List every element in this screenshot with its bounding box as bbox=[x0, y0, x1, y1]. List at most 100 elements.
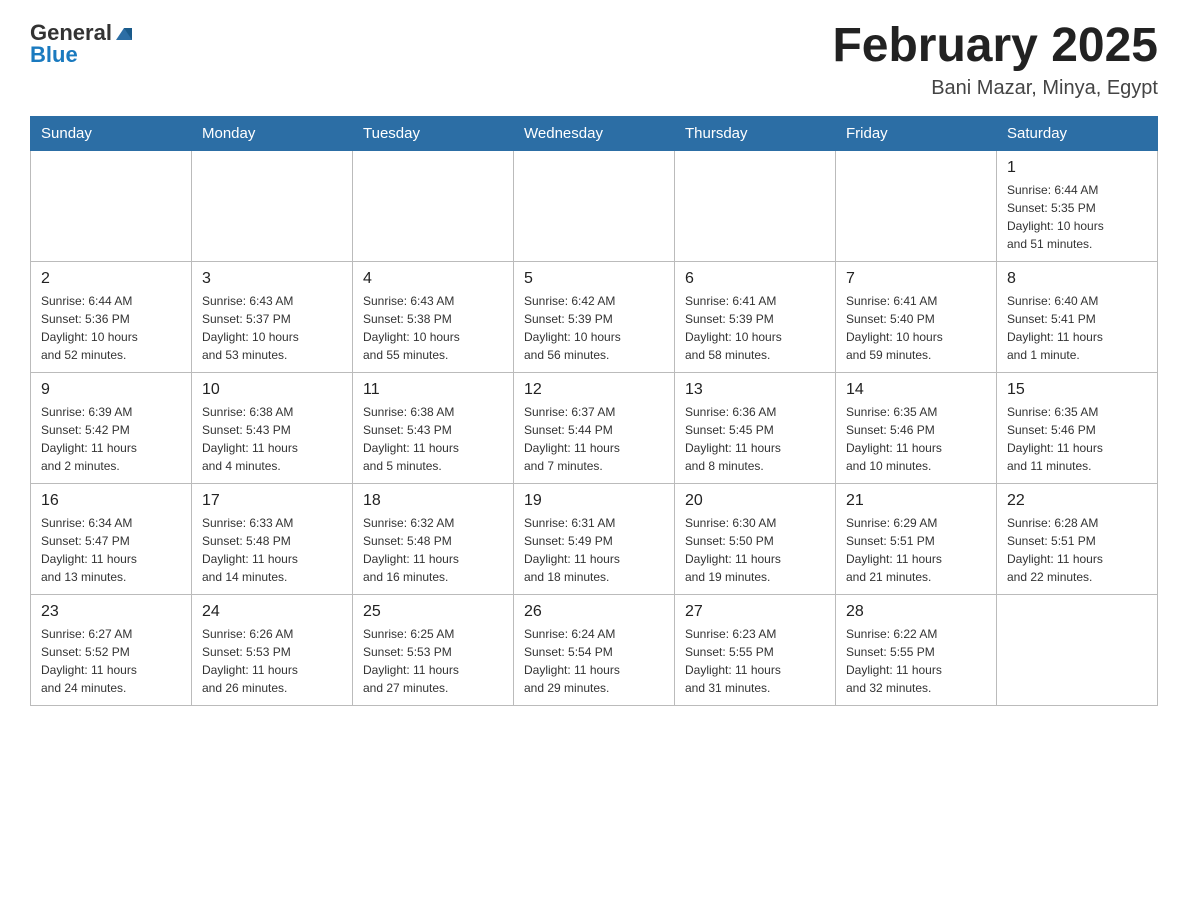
table-row: 28 Sunrise: 6:22 AM Sunset: 5:55 PM Dayli… bbox=[836, 594, 997, 705]
title-block: February 2025 Bani Mazar, Minya, Egypt bbox=[832, 20, 1158, 100]
day-info: Sunrise: 6:34 AM Sunset: 5:47 PM Dayligh… bbox=[41, 514, 181, 586]
day-info: Sunrise: 6:38 AM Sunset: 5:43 PM Dayligh… bbox=[363, 403, 503, 475]
day-number: 7 bbox=[846, 270, 986, 288]
table-row: 19Sunrise: 6:31 AM Sunset: 5:49 PM Dayli… bbox=[514, 483, 675, 594]
day-info: Sunrise: 6:38 AM Sunset: 5:43 PM Dayligh… bbox=[202, 403, 342, 475]
table-row: 8 Sunrise: 6:40 AM Sunset: 5:41 PM Daylig… bbox=[997, 261, 1158, 372]
day-info: Sunrise: 6:23 AM Sunset: 5:55 PM Dayligh… bbox=[685, 625, 825, 697]
day-number: 8 bbox=[1007, 270, 1147, 288]
table-row: 5 Sunrise: 6:42 AM Sunset: 5:39 PM Daylig… bbox=[514, 261, 675, 372]
day-number: 23 bbox=[41, 603, 181, 621]
calendar-week-row: 1 Sunrise: 6:44 AM Sunset: 5:35 PM Daylig… bbox=[31, 150, 1158, 261]
table-row: 16 Sunrise: 6:34 AM Sunset: 5:47 PM Dayli… bbox=[31, 483, 192, 594]
day-info: Sunrise: 6:24 AM Sunset: 5:54 PM Dayligh… bbox=[524, 625, 664, 697]
day-number: 28 bbox=[846, 603, 986, 621]
table-row: 14 Sunrise: 6:35 AM Sunset: 5:46 PM Dayli… bbox=[836, 372, 997, 483]
day-info: Sunrise: 6:43 AM Sunset: 5:37 PM Dayligh… bbox=[202, 292, 342, 364]
day-number: 19 bbox=[524, 492, 664, 510]
day-info: Sunrise: 6:43 AM Sunset: 5:38 PM Dayligh… bbox=[363, 292, 503, 364]
day-info: Sunrise: 6:29 AM Sunset: 5:51 PM Dayligh… bbox=[846, 514, 986, 586]
day-info: Sunrise: 6:28 AM Sunset: 5:51 PM Dayligh… bbox=[1007, 514, 1147, 586]
header-monday: Monday bbox=[192, 116, 353, 150]
day-info: Sunrise: 6:33 AM Sunset: 5:48 PM Dayligh… bbox=[202, 514, 342, 586]
table-row: 9 Sunrise: 6:39 AM Sunset: 5:42 PM Daylig… bbox=[31, 372, 192, 483]
table-row: 18 Sunrise: 6:32 AM Sunset: 5:48 PM Dayli… bbox=[353, 483, 514, 594]
month-title: February 2025 bbox=[832, 20, 1158, 73]
day-number: 17 bbox=[202, 492, 342, 510]
day-number: 20 bbox=[685, 492, 825, 510]
header-saturday: Saturday bbox=[997, 116, 1158, 150]
day-number: 13 bbox=[685, 381, 825, 399]
calendar-week-row: 2 Sunrise: 6:44 AM Sunset: 5:36 PM Daylig… bbox=[31, 261, 1158, 372]
day-number: 14 bbox=[846, 381, 986, 399]
day-number: 12 bbox=[524, 381, 664, 399]
day-number: 1 bbox=[1007, 159, 1147, 177]
table-row bbox=[675, 150, 836, 261]
table-row: 15 Sunrise: 6:35 AM Sunset: 5:46 PM Dayli… bbox=[997, 372, 1158, 483]
day-info: Sunrise: 6:30 AM Sunset: 5:50 PM Dayligh… bbox=[685, 514, 825, 586]
table-row: 7 Sunrise: 6:41 AM Sunset: 5:40 PM Daylig… bbox=[836, 261, 997, 372]
day-info: Sunrise: 6:26 AM Sunset: 5:53 PM Dayligh… bbox=[202, 625, 342, 697]
day-info: Sunrise: 6:42 AM Sunset: 5:39 PM Dayligh… bbox=[524, 292, 664, 364]
day-number: 3 bbox=[202, 270, 342, 288]
day-info: Sunrise: 6:35 AM Sunset: 5:46 PM Dayligh… bbox=[846, 403, 986, 475]
day-number: 4 bbox=[363, 270, 503, 288]
day-number: 21 bbox=[846, 492, 986, 510]
table-row: 11 Sunrise: 6:38 AM Sunset: 5:43 PM Dayli… bbox=[353, 372, 514, 483]
day-info: Sunrise: 6:27 AM Sunset: 5:52 PM Dayligh… bbox=[41, 625, 181, 697]
table-row: 12 Sunrise: 6:37 AM Sunset: 5:44 PM Dayli… bbox=[514, 372, 675, 483]
table-row: 24 Sunrise: 6:26 AM Sunset: 5:53 PM Dayli… bbox=[192, 594, 353, 705]
day-info: Sunrise: 6:41 AM Sunset: 5:39 PM Dayligh… bbox=[685, 292, 825, 364]
table-row: 10 Sunrise: 6:38 AM Sunset: 5:43 PM Dayli… bbox=[192, 372, 353, 483]
table-row: 3 Sunrise: 6:43 AM Sunset: 5:37 PM Daylig… bbox=[192, 261, 353, 372]
calendar-week-row: 9 Sunrise: 6:39 AM Sunset: 5:42 PM Daylig… bbox=[31, 372, 1158, 483]
table-row: 22 Sunrise: 6:28 AM Sunset: 5:51 PM Dayli… bbox=[997, 483, 1158, 594]
day-number: 16 bbox=[41, 492, 181, 510]
header-thursday: Thursday bbox=[675, 116, 836, 150]
calendar-table: Sunday Monday Tuesday Wednesday Thursday… bbox=[30, 116, 1158, 706]
day-number: 6 bbox=[685, 270, 825, 288]
day-info: Sunrise: 6:44 AM Sunset: 5:36 PM Dayligh… bbox=[41, 292, 181, 364]
table-row: 6 Sunrise: 6:41 AM Sunset: 5:39 PM Daylig… bbox=[675, 261, 836, 372]
logo-icon bbox=[114, 22, 136, 44]
header-wednesday: Wednesday bbox=[514, 116, 675, 150]
day-number: 9 bbox=[41, 381, 181, 399]
table-row bbox=[353, 150, 514, 261]
day-info: Sunrise: 6:35 AM Sunset: 5:46 PM Dayligh… bbox=[1007, 403, 1147, 475]
calendar-header-row: Sunday Monday Tuesday Wednesday Thursday… bbox=[31, 116, 1158, 150]
day-info: Sunrise: 6:36 AM Sunset: 5:45 PM Dayligh… bbox=[685, 403, 825, 475]
table-row: 27 Sunrise: 6:23 AM Sunset: 5:55 PM Dayli… bbox=[675, 594, 836, 705]
day-info: Sunrise: 6:41 AM Sunset: 5:40 PM Dayligh… bbox=[846, 292, 986, 364]
table-row: 4 Sunrise: 6:43 AM Sunset: 5:38 PM Daylig… bbox=[353, 261, 514, 372]
calendar-week-row: 23 Sunrise: 6:27 AM Sunset: 5:52 PM Dayli… bbox=[31, 594, 1158, 705]
day-info: Sunrise: 6:40 AM Sunset: 5:41 PM Dayligh… bbox=[1007, 292, 1147, 364]
day-info: Sunrise: 6:44 AM Sunset: 5:35 PM Dayligh… bbox=[1007, 181, 1147, 253]
day-info: Sunrise: 6:39 AM Sunset: 5:42 PM Dayligh… bbox=[41, 403, 181, 475]
page-header: General Blue February 2025 Bani Mazar, M… bbox=[30, 20, 1158, 100]
day-number: 18 bbox=[363, 492, 503, 510]
day-number: 22 bbox=[1007, 492, 1147, 510]
day-info: Sunrise: 6:22 AM Sunset: 5:55 PM Dayligh… bbox=[846, 625, 986, 697]
day-number: 15 bbox=[1007, 381, 1147, 399]
day-number: 2 bbox=[41, 270, 181, 288]
day-number: 27 bbox=[685, 603, 825, 621]
day-number: 10 bbox=[202, 381, 342, 399]
table-row bbox=[997, 594, 1158, 705]
table-row: 13 Sunrise: 6:36 AM Sunset: 5:45 PM Dayli… bbox=[675, 372, 836, 483]
header-tuesday: Tuesday bbox=[353, 116, 514, 150]
calendar-week-row: 16 Sunrise: 6:34 AM Sunset: 5:47 PM Dayli… bbox=[31, 483, 1158, 594]
day-number: 11 bbox=[363, 381, 503, 399]
day-number: 5 bbox=[524, 270, 664, 288]
day-info: Sunrise: 6:37 AM Sunset: 5:44 PM Dayligh… bbox=[524, 403, 664, 475]
logo-text-blue: Blue bbox=[30, 42, 78, 68]
day-info: Sunrise: 6:25 AM Sunset: 5:53 PM Dayligh… bbox=[363, 625, 503, 697]
day-number: 24 bbox=[202, 603, 342, 621]
header-friday: Friday bbox=[836, 116, 997, 150]
day-info: Sunrise: 6:32 AM Sunset: 5:48 PM Dayligh… bbox=[363, 514, 503, 586]
table-row bbox=[192, 150, 353, 261]
table-row: 23 Sunrise: 6:27 AM Sunset: 5:52 PM Dayli… bbox=[31, 594, 192, 705]
table-row bbox=[836, 150, 997, 261]
table-row: 25Sunrise: 6:25 AM Sunset: 5:53 PM Dayli… bbox=[353, 594, 514, 705]
table-row: 26Sunrise: 6:24 AM Sunset: 5:54 PM Dayli… bbox=[514, 594, 675, 705]
table-row: 17 Sunrise: 6:33 AM Sunset: 5:48 PM Dayli… bbox=[192, 483, 353, 594]
